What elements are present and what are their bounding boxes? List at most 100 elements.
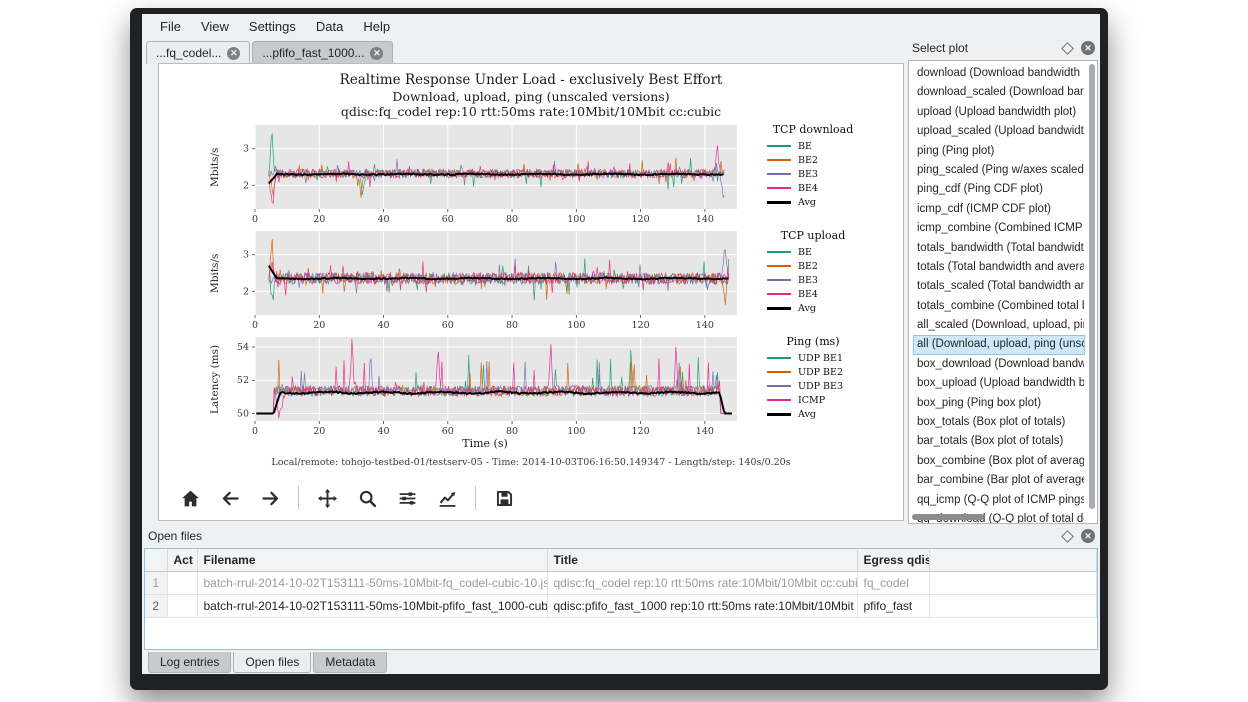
data-file-tab-2[interactable]: ...pfifo_fast_1000...✕ [252,41,393,64]
legend-entry-label: Avg [798,409,816,420]
plot-list-item[interactable]: download_scaled (Download bandwidth [913,83,1085,102]
svg-text:40: 40 [377,214,389,225]
plot-tabbar: ...fq_codel...✕...pfifo_fast_1000...✕ [146,40,395,64]
home-icon [180,488,201,509]
legend-entry: BE2 [749,153,877,167]
close-panel-icon[interactable]: ✕ [1081,529,1095,543]
legend-line-swatch [767,371,791,373]
svg-text:140: 140 [696,214,714,225]
plot-list-item[interactable]: all_scaled (Download, upload, ping (scal… [913,316,1085,335]
filename-cell: batch-rrul-2014-10-02T153111-50ms-10Mbit… [197,595,547,618]
legend-tcp_upload: TCP uploadBEBE2BE3BE4Avg [749,229,877,315]
legend-title: Ping (ms) [749,335,877,348]
plot-list-item[interactable]: totals (Total bandwidth and average pin [913,258,1085,277]
legend-line-swatch [767,187,791,189]
subplot-tcp_upload: Mbits/s02040608010012014023TCP uploadBEB… [209,227,903,331]
float-panel-icon[interactable] [1061,530,1074,543]
plot-list-item[interactable]: box_combine (Box plot of averages of se [913,452,1085,471]
subplot-axes-tcp_download[interactable]: 02040608010012014023 [225,121,745,225]
plot-list-item[interactable]: ping_cdf (Ping CDF plot) [913,180,1085,199]
plot-list-item[interactable]: ping (Ping plot) [913,142,1085,161]
home-button[interactable] [173,484,207,512]
menu-file[interactable]: File [150,16,191,37]
plot-list-item[interactable]: totals_bandwidth (Total bandwidth) [913,239,1085,258]
plot-list-item[interactable]: bar_combine (Bar plot of averages of se [913,471,1085,490]
legend-entry-label: Avg [798,197,816,208]
menu-view[interactable]: View [191,16,239,37]
plot-list-item[interactable]: bar_totals (Box plot of totals) [913,432,1085,451]
header-act[interactable]: Act▲ [167,549,197,572]
back-button[interactable] [213,484,247,512]
plot-list-item[interactable]: box_totals (Box plot of totals) [913,413,1085,432]
svg-text:40: 40 [377,320,389,331]
header-egress-qdisc[interactable]: Egress qdisc [857,549,929,572]
svg-text:20: 20 [313,214,325,225]
customize-button[interactable] [430,484,464,512]
legend-entry-label: Avg [798,303,816,314]
menu-settings[interactable]: Settings [239,16,306,37]
plot-list-item[interactable]: box_upload (Upload bandwidth box plo [913,374,1085,393]
legend-entry-label: BE3 [798,275,818,286]
svg-text:100: 100 [567,320,585,331]
menu-help[interactable]: Help [353,16,400,37]
legend-line-swatch [767,357,791,359]
svg-text:3: 3 [243,250,249,261]
plot-list[interactable]: download (Download bandwidth plot)downlo… [908,60,1098,524]
plot-list-item[interactable]: icmp_cdf (ICMP CDF plot) [913,200,1085,219]
close-panel-icon[interactable]: ✕ [1081,41,1095,55]
plot-list-item[interactable]: totals_combine (Combined total bandw [913,297,1085,316]
svg-text:20: 20 [313,320,325,331]
horizontal-scrollbar[interactable] [912,514,984,520]
legend-entry: BE4 [749,181,877,195]
plot-list-item[interactable]: box_download (Download bandwidth b [913,355,1085,374]
header-rownum [145,549,167,572]
vertical-scrollbar[interactable] [1089,64,1095,509]
bottom-tab-open-files[interactable]: Open files [233,652,311,673]
tab-close-icon[interactable]: ✕ [370,47,383,60]
tab-close-icon[interactable]: ✕ [227,47,240,60]
legend-line-swatch [767,293,791,295]
plot-list-item[interactable]: qq_icmp (Q-Q plot of ICMP pings) [913,491,1085,510]
svg-text:0: 0 [252,320,258,331]
plot-list-item[interactable]: icmp_combine (Combined ICMP ping pl [913,219,1085,238]
header-title[interactable]: Title [547,549,857,572]
open-files-table-frame: Act▲ Filename Title Egress qdisc 1batch-… [144,548,1098,650]
table-row[interactable]: 1batch-rrul-2014-10-02T153111-50ms-10Mbi… [145,572,1097,595]
header-filename[interactable]: Filename [197,549,547,572]
plot-list-item[interactable]: box_ping (Ping box plot) [913,394,1085,413]
menu-data[interactable]: Data [306,16,353,37]
legend-entry: Avg [749,301,877,315]
plot-list-item[interactable]: upload (Upload bandwidth plot) [913,103,1085,122]
bottom-tab-log-entries[interactable]: Log entries [148,652,231,673]
legend-line-swatch [767,159,791,161]
app-window: FileViewSettingsDataHelp ...fq_codel... ✕… [130,8,1108,690]
plot-list-item[interactable]: all (Download, upload, ping (unscaled ve [913,335,1085,354]
data-file-tab-1[interactable]: ...fq_codel... ✕ [146,41,250,64]
subplot-axes-ping[interactable]: 020406080100120140505254 [225,333,745,437]
svg-text:2: 2 [243,286,249,297]
save-button[interactable] [487,484,521,512]
legend-title: TCP upload [749,229,877,242]
tab-label: ...fq_codel... [156,46,221,60]
plot-list-item[interactable]: ping_scaled (Ping w/axes scaled to remo [913,161,1085,180]
float-panel-icon[interactable] [1061,42,1074,55]
table-row[interactable]: 2batch-rrul-2014-10-02T153111-50ms-10Mbi… [145,595,1097,618]
forward-button[interactable] [253,484,287,512]
plot-list-item[interactable]: totals_scaled (Total bandwidth and aver [913,277,1085,296]
egress-qdisc-cell: pfifo_fast [857,595,929,618]
subplots-button[interactable] [390,484,424,512]
spacer-cell [929,595,1097,618]
bottom-tab-metadata[interactable]: Metadata [313,652,387,673]
svg-text:120: 120 [632,214,650,225]
matplotlib-toolbar [159,480,903,520]
zoom-button[interactable] [350,484,384,512]
subplot-tcp_download: Mbits/s02040608010012014023TCP downloadB… [209,121,903,225]
plot-canvas[interactable]: Realtime Response Under Load - exclusive… [158,63,904,521]
plot-list-item[interactable]: upload_scaled (Upload bandwidth w/ax [913,122,1085,141]
pan-button[interactable] [310,484,344,512]
plot-list-item[interactable]: download (Download bandwidth plot) [913,64,1085,83]
open-files-dock: Open files ✕ Act▲ Filename Title Egress [144,526,1098,650]
toolbar-separator [298,486,299,510]
subplot-axes-tcp_upload[interactable]: 02040608010012014023 [225,227,745,331]
open-files-table: Act▲ Filename Title Egress qdisc 1batch-… [145,549,1097,618]
